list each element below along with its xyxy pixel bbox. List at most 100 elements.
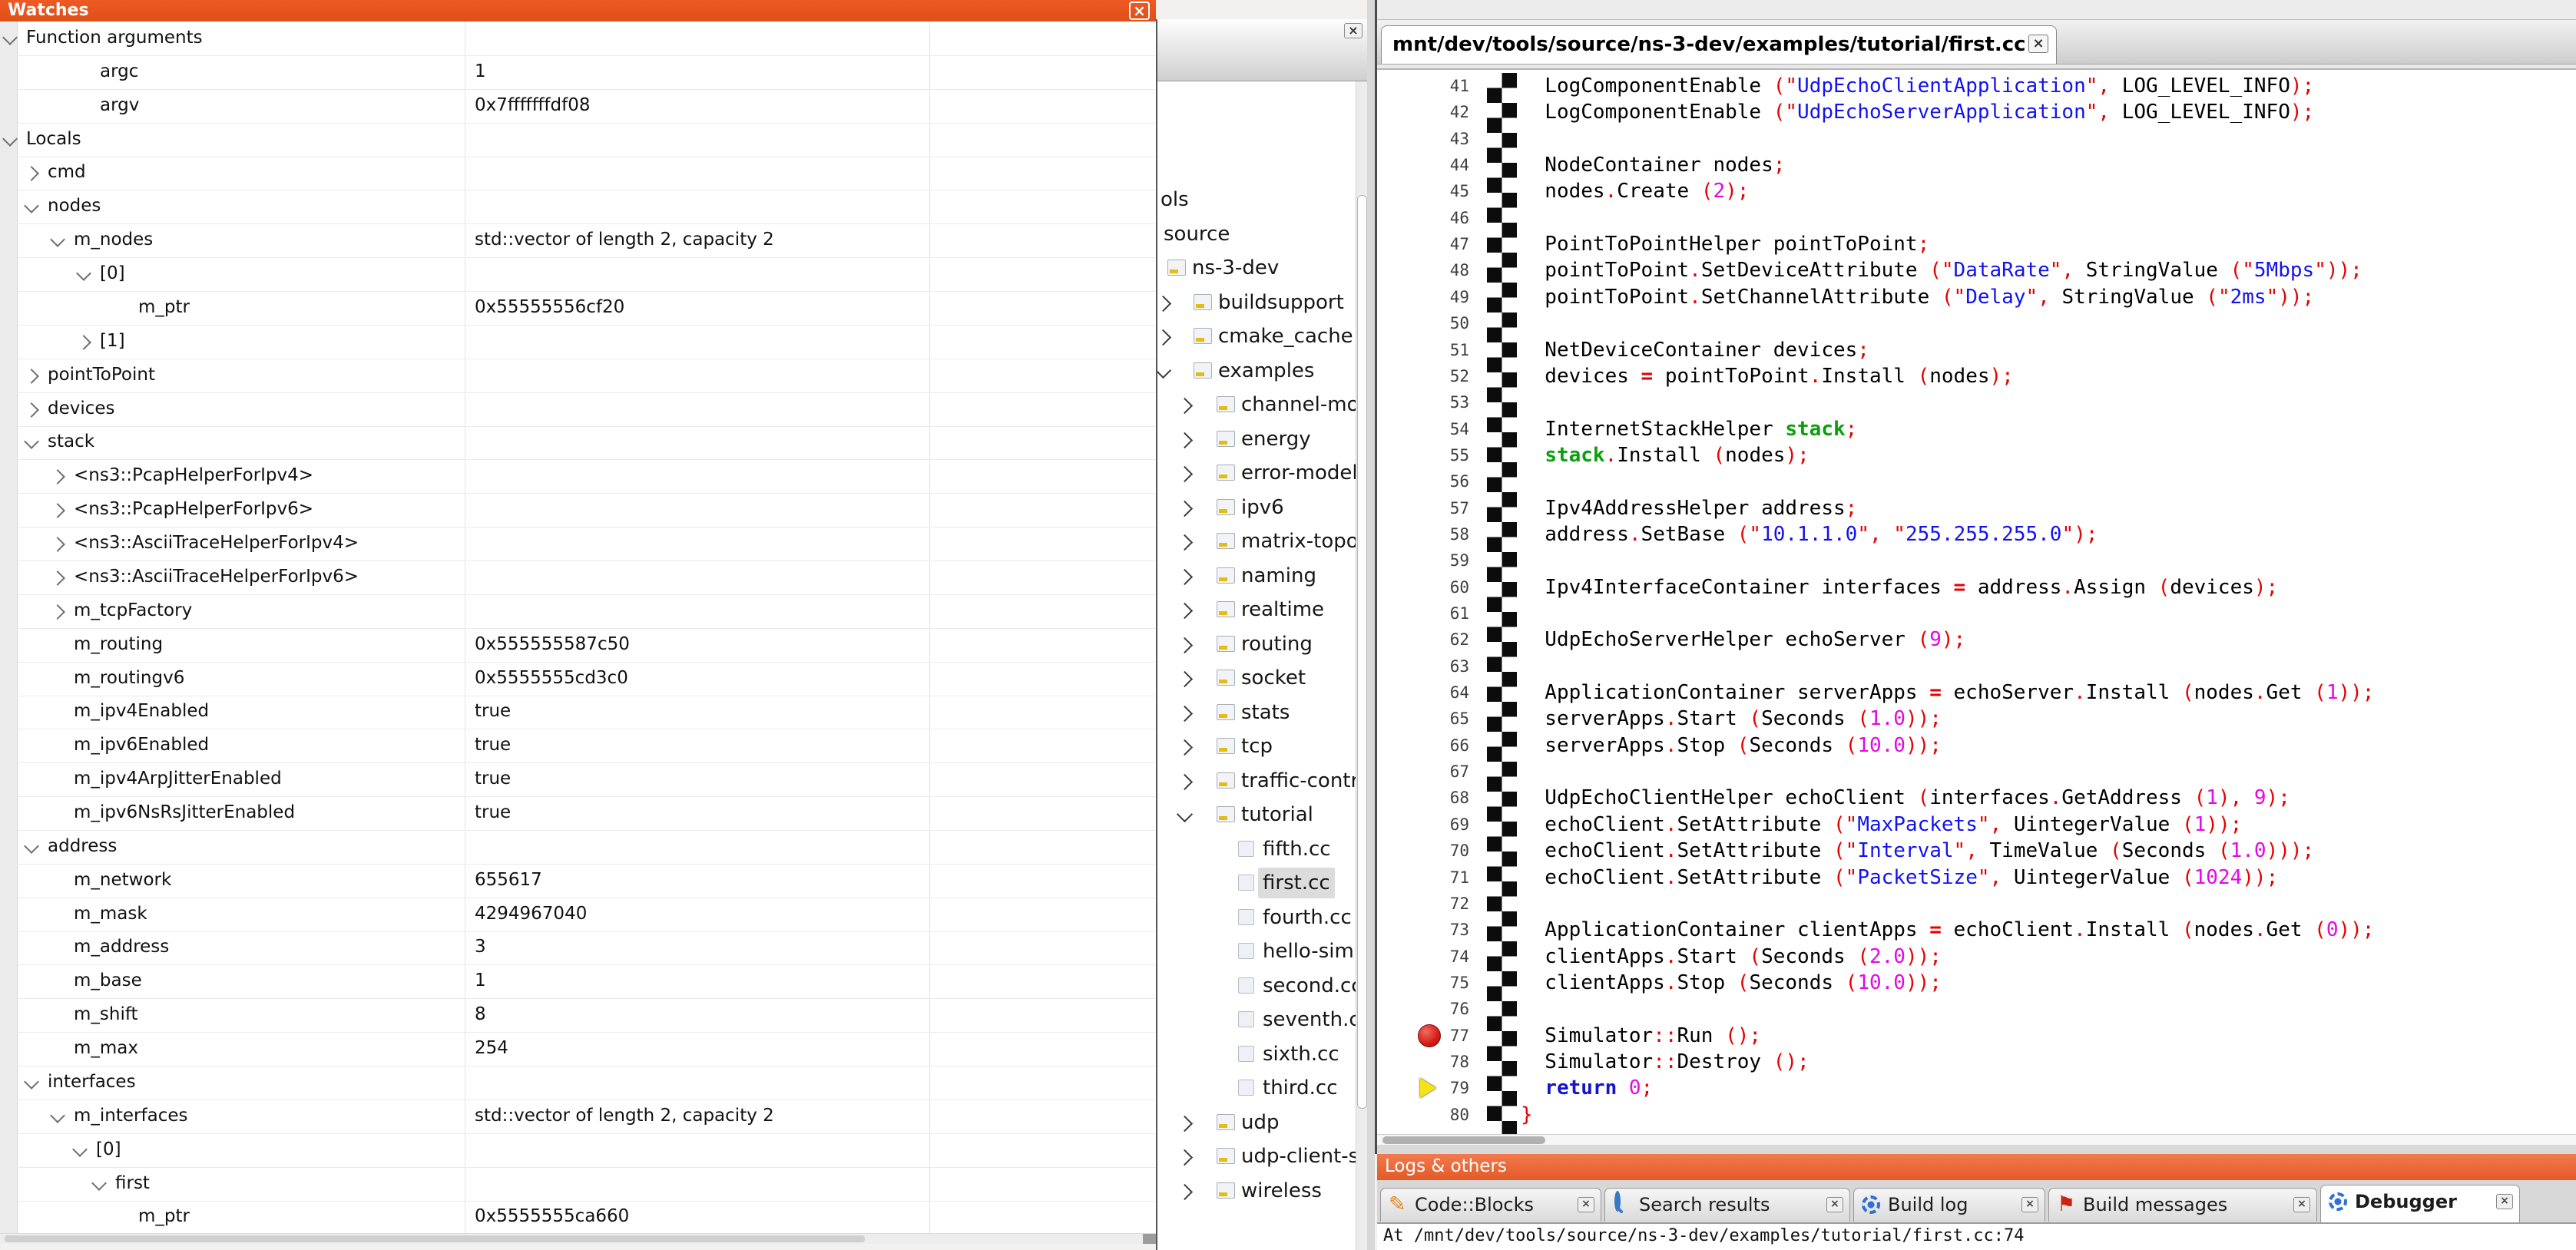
- line-number[interactable]: 75: [1377, 970, 1469, 996]
- line-number[interactable]: 47: [1377, 231, 1469, 257]
- watch-row[interactable]: Function arguments: [0, 21, 1156, 56]
- line-number[interactable]: 46: [1377, 205, 1469, 231]
- chevron-right-icon[interactable]: [1177, 739, 1193, 756]
- tree-item-label[interactable]: second.cc: [1263, 971, 1356, 1001]
- close-icon[interactable]: ×: [1129, 2, 1150, 20]
- line-number[interactable]: 65: [1377, 706, 1469, 732]
- watch-row[interactable]: devices: [0, 392, 1156, 427]
- breakpoint-icon[interactable]: [1418, 1024, 1441, 1047]
- watch-row[interactable]: <ns3::PcapHelperForIpv6>: [0, 493, 1156, 527]
- line-number[interactable]: 73: [1377, 917, 1469, 943]
- chevron-down-icon[interactable]: [1177, 806, 1193, 822]
- tree-item-label[interactable]: hello-simulator.cc: [1263, 936, 1356, 967]
- tree-item-label[interactable]: energy: [1241, 424, 1311, 455]
- tree-item-label[interactable]: fourth.cc: [1263, 902, 1352, 933]
- tree-item-cmake-cache[interactable]: cmake_cache: [1157, 321, 1356, 353]
- watch-row[interactable]: [1]: [0, 325, 1156, 359]
- tree-item-socket[interactable]: socket: [1157, 663, 1356, 695]
- tree-item-seventh.cc[interactable]: seventh.cc: [1157, 1004, 1356, 1037]
- line-number[interactable]: 64: [1377, 680, 1469, 706]
- tree-item-second.cc[interactable]: second.cc: [1157, 971, 1356, 1003]
- tree-item-fifth.cc[interactable]: fifth.cc: [1157, 834, 1356, 866]
- tree-item-ns-3-dev[interactable]: ns-3-dev: [1157, 253, 1356, 285]
- chevron-right-icon[interactable]: [24, 402, 39, 418]
- line-number[interactable]: 54: [1377, 416, 1469, 442]
- chevron-right-icon[interactable]: [24, 167, 39, 182]
- chevron-right-icon[interactable]: [50, 503, 65, 518]
- watch-row[interactable]: m_ipv4ArpJitterEnabledtrue: [0, 762, 1156, 797]
- chevron-right-icon[interactable]: [1177, 1149, 1193, 1166]
- tree-item-label[interactable]: error-model: [1241, 458, 1356, 488]
- logs-tab-build-log[interactable]: Build log×: [1853, 1188, 2045, 1222]
- line-number[interactable]: 81: [1377, 1128, 1469, 1134]
- watch-row[interactable]: argv0x7fffffffdf08: [0, 89, 1156, 124]
- tree-item-label[interactable]: matrix-topology: [1241, 526, 1356, 557]
- watch-row[interactable]: m_routing0x555555587c50: [0, 628, 1156, 663]
- line-number[interactable]: 60: [1377, 574, 1469, 600]
- line-number[interactable]: 70: [1377, 838, 1469, 864]
- tree-item-traffic-control[interactable]: traffic-control: [1157, 766, 1356, 798]
- tree-item-label[interactable]: ns-3-dev: [1192, 253, 1279, 283]
- line-number[interactable]: 53: [1377, 389, 1469, 415]
- logs-tab-build-messages[interactable]: Build messages×: [2048, 1188, 2317, 1222]
- line-number[interactable]: 78: [1377, 1049, 1469, 1075]
- chevron-right-icon[interactable]: [1177, 671, 1193, 687]
- watch-row[interactable]: [0]: [0, 1133, 1156, 1168]
- tree-item-label[interactable]: cmake_cache: [1218, 321, 1353, 352]
- watch-row[interactable]: m_network655617: [0, 864, 1156, 898]
- line-number[interactable]: 42: [1377, 99, 1469, 125]
- code-area[interactable]: 41 LogComponentEnable ("UdpEchoClientApp…: [1377, 70, 2576, 1134]
- tree-item-ols[interactable]: ols: [1157, 184, 1356, 217]
- logs-titlebar[interactable]: Logs & others: [1377, 1154, 2576, 1180]
- watch-row[interactable]: m_nodesstd::vector of length 2, capacity…: [0, 223, 1156, 258]
- line-number[interactable]: 76: [1377, 996, 1469, 1022]
- line-number[interactable]: 66: [1377, 732, 1469, 759]
- tree-item-label[interactable]: traffic-control: [1241, 766, 1356, 796]
- projects-pane-header[interactable]: ×: [1157, 19, 1369, 81]
- tree-item-tutorial[interactable]: tutorial: [1157, 799, 1356, 832]
- line-number[interactable]: 62: [1377, 627, 1469, 653]
- close-icon[interactable]: ×: [1344, 23, 1362, 38]
- tree-item-buildsupport[interactable]: buildsupport: [1157, 287, 1356, 319]
- watch-row[interactable]: m_tcpFactory: [0, 594, 1156, 629]
- tree-item-label[interactable]: ols: [1161, 184, 1189, 215]
- chevron-right-icon[interactable]: [76, 335, 91, 350]
- watches-titlebar[interactable]: Watches ×: [0, 0, 1156, 21]
- pane-splitter[interactable]: [1367, 0, 1375, 1250]
- close-icon[interactable]: ×: [2496, 1194, 2513, 1209]
- line-number[interactable]: 72: [1377, 891, 1469, 917]
- tree-item-naming[interactable]: naming: [1157, 561, 1356, 593]
- chevron-right-icon[interactable]: [1177, 705, 1193, 721]
- line-number[interactable]: 50: [1377, 310, 1469, 336]
- close-icon[interactable]: ×: [2021, 1197, 2038, 1212]
- watch-row[interactable]: m_ipv6Enabledtrue: [0, 729, 1156, 763]
- editor-tab-first-cc[interactable]: mnt/dev/tools/source/ns-3-dev/examples/t…: [1381, 25, 2057, 64]
- editor-horizontal-scrollbar[interactable]: [1377, 1134, 2576, 1146]
- tree-item-label[interactable]: examples: [1218, 355, 1314, 386]
- watch-row[interactable]: cmd: [0, 156, 1156, 190]
- watch-row[interactable]: first: [0, 1167, 1156, 1202]
- close-icon[interactable]: ×: [1578, 1197, 1594, 1212]
- line-number[interactable]: 52: [1377, 363, 1469, 389]
- chevron-right-icon[interactable]: [1177, 568, 1193, 584]
- chevron-right-icon[interactable]: [24, 369, 39, 384]
- chevron-right-icon[interactable]: [1177, 1183, 1193, 1199]
- tree-item-error-model[interactable]: error-model: [1157, 458, 1356, 490]
- chevron-down-icon[interactable]: [50, 1108, 65, 1123]
- watch-row[interactable]: pointToPoint: [0, 359, 1156, 393]
- watch-row[interactable]: m_ipv4Enabledtrue: [0, 695, 1156, 729]
- chevron-right-icon[interactable]: [1177, 432, 1193, 448]
- watch-row[interactable]: <ns3::AsciiTraceHelperForIpv6>: [0, 561, 1156, 595]
- tree-item-matrix-topology[interactable]: matrix-topology: [1157, 526, 1356, 558]
- line-number[interactable]: 61: [1377, 600, 1469, 627]
- watch-row[interactable]: address: [0, 830, 1156, 865]
- tree-item-udp[interactable]: udp: [1157, 1107, 1356, 1139]
- tree-item-label[interactable]: udp: [1241, 1107, 1280, 1138]
- tree-item-label[interactable]: buildsupport: [1218, 287, 1344, 318]
- chevron-down-icon[interactable]: [1157, 362, 1171, 378]
- tree-item-ipv6[interactable]: ipv6: [1157, 492, 1356, 524]
- watch-row[interactable]: m_mask4294967040: [0, 898, 1156, 932]
- watch-row[interactable]: argc1: [0, 55, 1156, 90]
- line-number[interactable]: 48: [1377, 257, 1469, 283]
- tree-item-source[interactable]: source: [1157, 219, 1356, 251]
